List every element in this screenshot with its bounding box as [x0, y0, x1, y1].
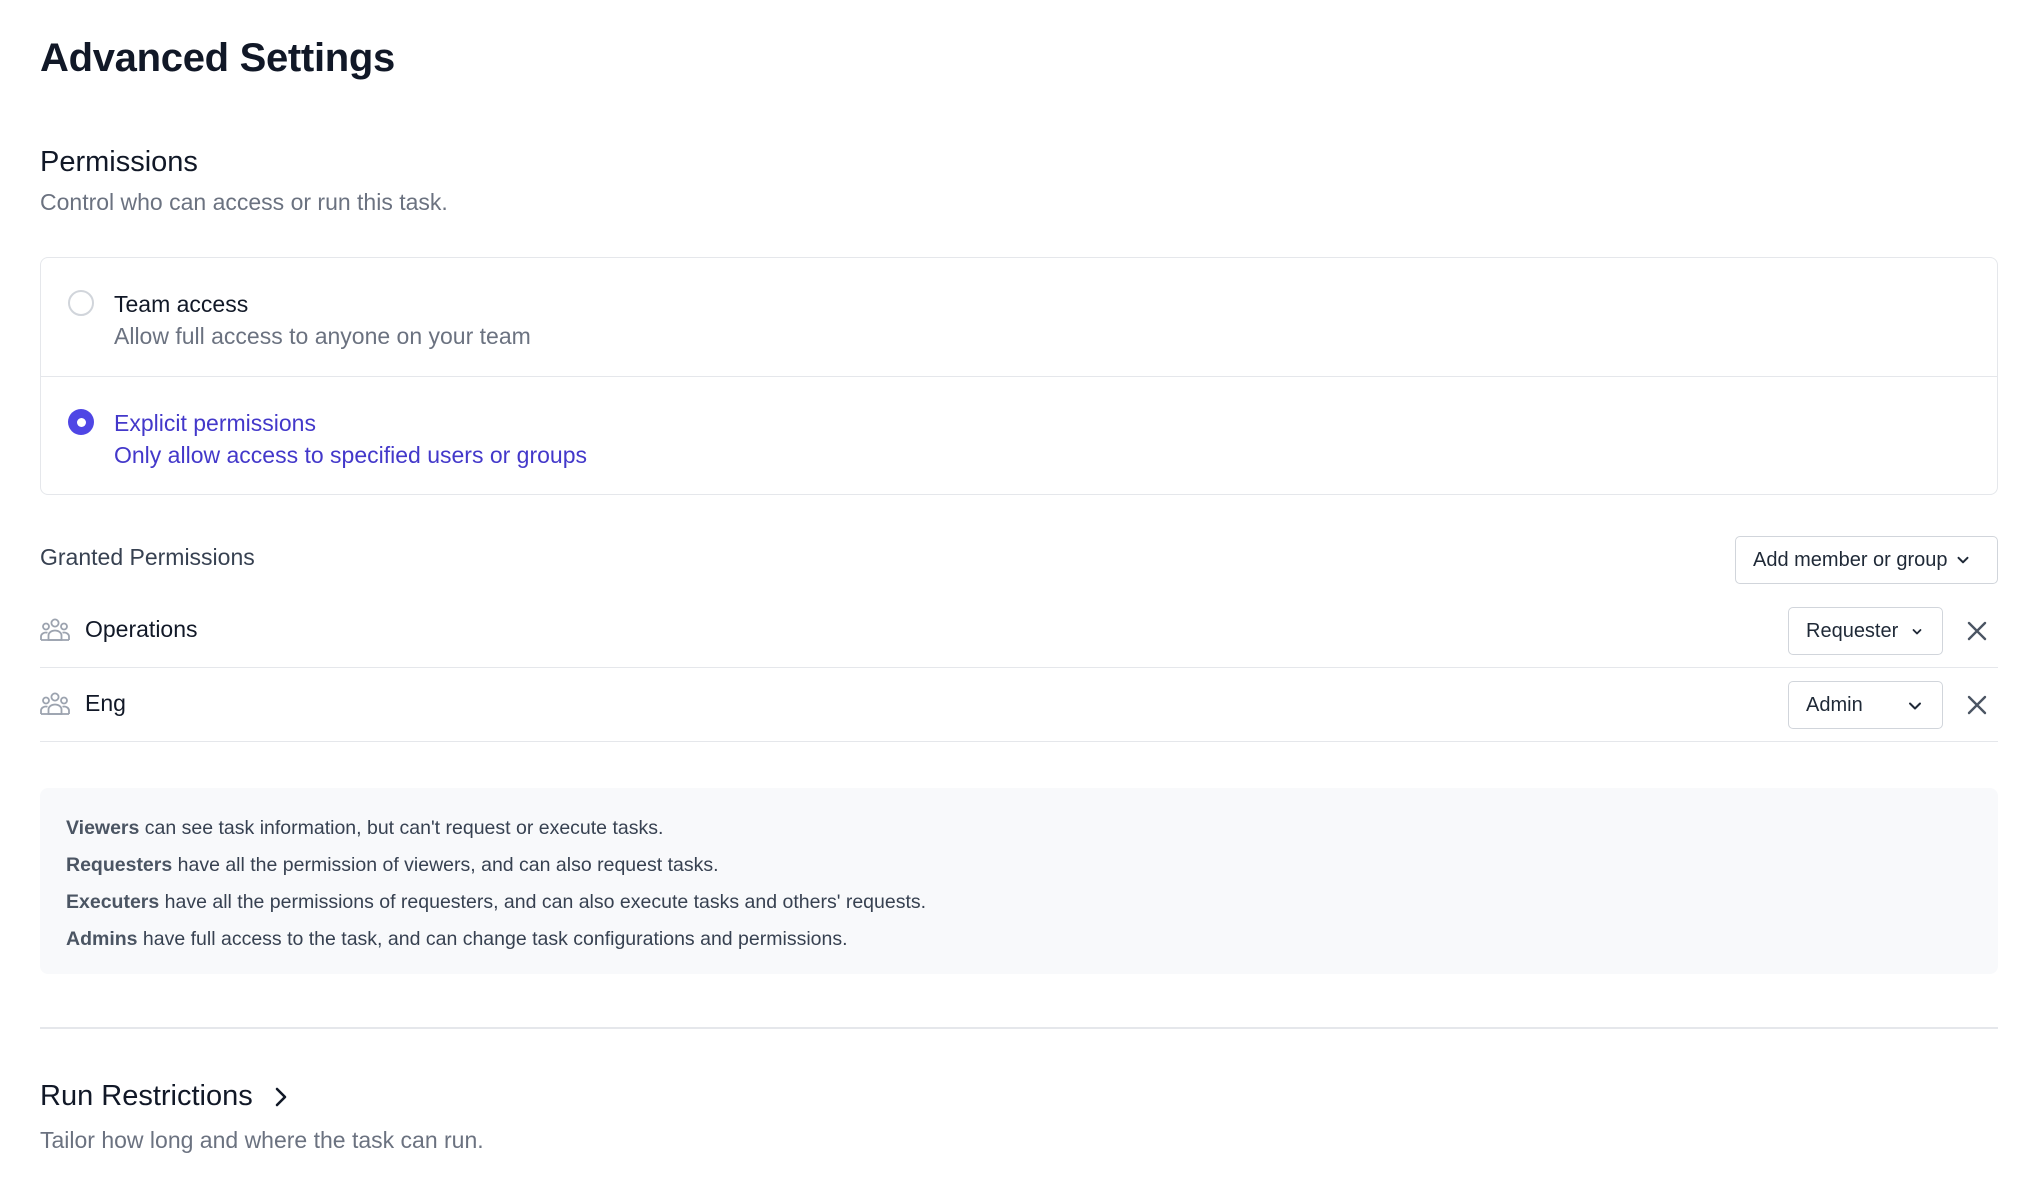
- remove-member-button[interactable]: [1964, 618, 1990, 644]
- radio-option-explicit-permissions[interactable]: Explicit permissions Only allow access t…: [41, 376, 1997, 494]
- role-name: Viewers: [66, 817, 140, 839]
- role-description-line: Executers have all the permissions of re…: [66, 884, 1998, 921]
- remove-member-button[interactable]: [1964, 692, 1990, 718]
- role-name: Executers: [66, 891, 160, 913]
- chevron-down-icon: [1957, 556, 1969, 564]
- section-divider: [40, 1027, 1998, 1029]
- role-description-line: Admins have full access to the task, and…: [66, 921, 1998, 958]
- permission-member-name: Eng: [85, 690, 126, 716]
- add-member-or-group-label: Add member or group: [1753, 548, 1948, 571]
- permission-row: Eng Admin: [40, 668, 1998, 742]
- permission-member-name: Operations: [85, 616, 198, 642]
- chevron-down-icon: [1912, 629, 1922, 635]
- role-name: Requesters: [66, 854, 173, 876]
- advanced-settings-page: Advanced Settings Permissions Control wh…: [0, 0, 2024, 1192]
- role-description: can see task information, but can't requ…: [139, 817, 664, 839]
- radio-option-label: Explicit permissions: [114, 410, 316, 436]
- permission-row: Operations Requester: [40, 594, 1998, 668]
- role-description-line: Requesters have all the permission of vi…: [66, 847, 1998, 884]
- permissions-subtitle: Control who can access or run this task.: [40, 189, 448, 215]
- radio-button-checked[interactable]: [68, 409, 94, 435]
- chevron-right-icon: [275, 1087, 287, 1106]
- group-icon: [40, 692, 70, 715]
- radio-option-description: Allow full access to anyone on your team: [114, 323, 531, 349]
- add-member-or-group-button[interactable]: Add member or group: [1735, 536, 1998, 584]
- role-name: Admins: [66, 928, 138, 950]
- run-restrictions-header[interactable]: Run Restrictions: [40, 1080, 291, 1113]
- role-descriptions-box: Viewers can see task information, but ca…: [40, 788, 1998, 974]
- run-restrictions-subtitle: Tailor how long and where the task can r…: [40, 1127, 484, 1153]
- run-restrictions-title: Run Restrictions: [40, 1080, 253, 1112]
- page-title: Advanced Settings: [40, 36, 395, 80]
- role-description: have full access to the task, and can ch…: [137, 928, 848, 950]
- role-description-line: Viewers can see task information, but ca…: [66, 810, 1998, 847]
- permissions-title: Permissions: [40, 146, 198, 178]
- role-select[interactable]: Requester: [1788, 607, 1943, 655]
- role-select[interactable]: Admin: [1788, 681, 1943, 729]
- radio-button[interactable]: [68, 290, 94, 316]
- role-select-value: Admin: [1806, 693, 1863, 716]
- radio-option-team-access[interactable]: Team access Allow full access to anyone …: [41, 258, 1997, 376]
- role-select-value: Requester: [1806, 619, 1899, 642]
- access-mode-radio-group: Team access Allow full access to anyone …: [40, 257, 1998, 495]
- role-description: have all the permission of viewers, and …: [172, 854, 719, 876]
- granted-permissions-label: Granted Permissions: [40, 544, 255, 570]
- role-description: have all the permissions of requesters, …: [159, 891, 927, 913]
- radio-option-label: Team access: [114, 291, 249, 317]
- chevron-down-icon: [1909, 702, 1921, 710]
- radio-option-description: Only allow access to specified users or …: [114, 442, 587, 468]
- group-icon: [40, 618, 70, 641]
